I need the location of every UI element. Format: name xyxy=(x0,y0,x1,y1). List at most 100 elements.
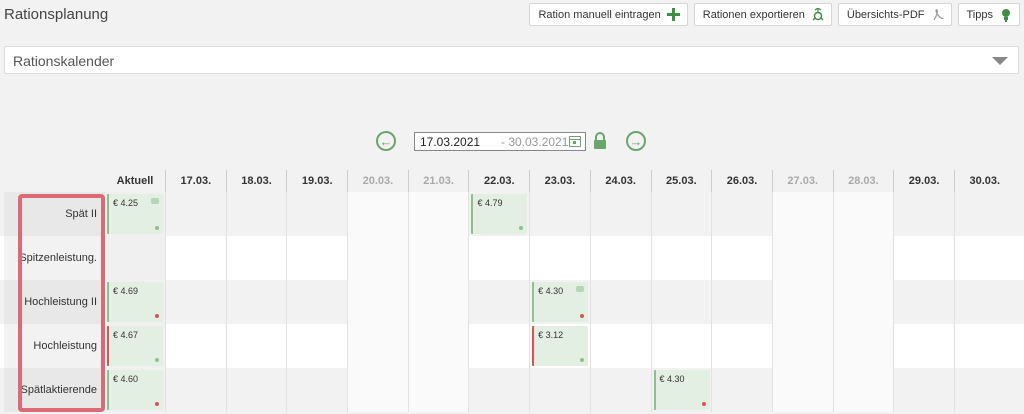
day-cell[interactable] xyxy=(468,368,529,412)
day-cell[interactable] xyxy=(407,192,469,236)
day-cell[interactable] xyxy=(771,236,833,280)
day-cell[interactable]: € 4.79 xyxy=(468,192,529,236)
day-cell[interactable] xyxy=(893,280,954,324)
ration-card[interactable]: € 4.79 xyxy=(471,194,528,234)
day-cell[interactable] xyxy=(225,236,287,280)
date-range-field[interactable]: 17.03.2021 - 30.03.2021 xyxy=(414,132,586,151)
ration-card[interactable]: € 4.69 xyxy=(107,282,163,322)
day-cell[interactable] xyxy=(711,324,772,368)
add-ration-button[interactable]: Ration manuell eintragen xyxy=(529,3,688,26)
day-cell[interactable] xyxy=(711,236,772,280)
day-cell[interactable] xyxy=(832,236,894,280)
day-cell[interactable] xyxy=(893,324,954,368)
day-cell[interactable] xyxy=(832,324,894,368)
day-cell[interactable] xyxy=(650,192,712,236)
day-cell[interactable] xyxy=(165,324,226,368)
day-cell[interactable] xyxy=(347,324,408,368)
current-cell[interactable]: € 4.69 xyxy=(105,280,165,324)
ration-calendar-panel[interactable]: Rationskalender xyxy=(4,46,1019,74)
day-cell[interactable] xyxy=(893,236,954,280)
current-cell[interactable]: € 4.67 xyxy=(105,324,165,368)
day-cell[interactable] xyxy=(165,368,226,412)
day-cell[interactable] xyxy=(165,236,226,280)
overview-pdf-button[interactable]: Übersichts-PDF xyxy=(837,3,952,26)
arrow-right-icon[interactable]: → xyxy=(626,131,646,151)
day-cell[interactable] xyxy=(893,192,954,236)
day-cell[interactable] xyxy=(650,324,712,368)
arrow-left-icon[interactable]: ← xyxy=(376,131,396,151)
current-cell[interactable]: € 4.25 xyxy=(105,192,165,236)
day-cell[interactable]: € 4.30 xyxy=(650,368,712,412)
day-cell[interactable] xyxy=(407,324,469,368)
ration-card[interactable]: € 4.30 xyxy=(653,370,710,410)
day-cell[interactable] xyxy=(589,192,651,236)
day-cell[interactable] xyxy=(529,368,590,412)
day-cell[interactable] xyxy=(286,324,347,368)
day-cell[interactable] xyxy=(225,280,287,324)
day-cell[interactable] xyxy=(407,236,469,280)
day-cell[interactable] xyxy=(953,280,1015,324)
day-cell[interactable] xyxy=(711,368,772,412)
day-cell[interactable] xyxy=(286,368,347,412)
day-cell[interactable] xyxy=(832,280,894,324)
day-cell[interactable] xyxy=(225,324,287,368)
day-cell[interactable] xyxy=(347,192,408,236)
comment-icon[interactable] xyxy=(151,198,159,204)
day-cell[interactable] xyxy=(953,368,1015,412)
calendar-icon[interactable] xyxy=(569,136,581,147)
day-cell[interactable] xyxy=(832,368,894,412)
day-cell[interactable] xyxy=(711,192,772,236)
day-cell[interactable] xyxy=(771,368,833,412)
comment-icon[interactable] xyxy=(576,286,585,292)
day-cell[interactable] xyxy=(832,192,894,236)
date-to[interactable]: - 30.03.2021 xyxy=(501,135,568,149)
day-cell[interactable] xyxy=(347,280,408,324)
ration-card[interactable]: € 3.12 xyxy=(532,326,589,366)
day-cell[interactable] xyxy=(225,192,287,236)
chevron-down-icon[interactable] xyxy=(992,57,1008,65)
day-cell[interactable] xyxy=(347,368,408,412)
column-header-date: 28.03. xyxy=(832,170,894,192)
day-cell[interactable] xyxy=(286,236,347,280)
day-cell[interactable] xyxy=(468,324,529,368)
day-cell[interactable] xyxy=(286,280,347,324)
day-cell[interactable] xyxy=(953,324,1015,368)
current-cell[interactable]: € 4.60 xyxy=(105,368,165,412)
day-cell[interactable]: € 3.12 xyxy=(529,324,590,368)
day-cell[interactable] xyxy=(650,280,712,324)
day-cell[interactable] xyxy=(529,192,590,236)
current-cell[interactable] xyxy=(105,236,165,280)
day-cell[interactable]: € 4.30 xyxy=(529,280,590,324)
export-rations-label: Rationen exportieren xyxy=(702,8,805,21)
day-cell[interactable] xyxy=(953,192,1015,236)
day-cell[interactable] xyxy=(347,236,408,280)
day-cell[interactable] xyxy=(771,324,833,368)
day-cell[interactable] xyxy=(529,236,590,280)
day-cell[interactable] xyxy=(953,236,1015,280)
export-rations-button[interactable]: Rationen exportieren xyxy=(693,3,832,26)
day-cell[interactable] xyxy=(468,236,529,280)
day-cell[interactable] xyxy=(589,324,651,368)
day-cell[interactable] xyxy=(286,192,347,236)
ration-card[interactable]: € 4.30 xyxy=(532,282,589,322)
day-cell[interactable] xyxy=(468,280,529,324)
day-cell[interactable] xyxy=(589,236,651,280)
day-cell[interactable] xyxy=(771,280,833,324)
day-cell[interactable] xyxy=(589,368,651,412)
ration-card[interactable]: € 4.25 xyxy=(107,194,163,234)
ration-card[interactable]: € 4.60 xyxy=(107,370,163,410)
day-cell[interactable] xyxy=(165,192,226,236)
day-cell[interactable] xyxy=(407,280,469,324)
ration-card[interactable]: € 4.67 xyxy=(107,326,163,366)
tips-button[interactable]: Tipps xyxy=(957,3,1020,26)
day-cell[interactable] xyxy=(771,192,833,236)
day-cell[interactable] xyxy=(711,280,772,324)
date-from[interactable]: 17.03.2021 xyxy=(420,135,480,149)
day-cell[interactable] xyxy=(650,236,712,280)
day-cell[interactable] xyxy=(589,280,651,324)
day-cell[interactable] xyxy=(893,368,954,412)
lock-icon[interactable] xyxy=(592,132,608,150)
day-cell[interactable] xyxy=(407,368,469,412)
day-cell[interactable] xyxy=(225,368,287,412)
day-cell[interactable] xyxy=(165,280,226,324)
